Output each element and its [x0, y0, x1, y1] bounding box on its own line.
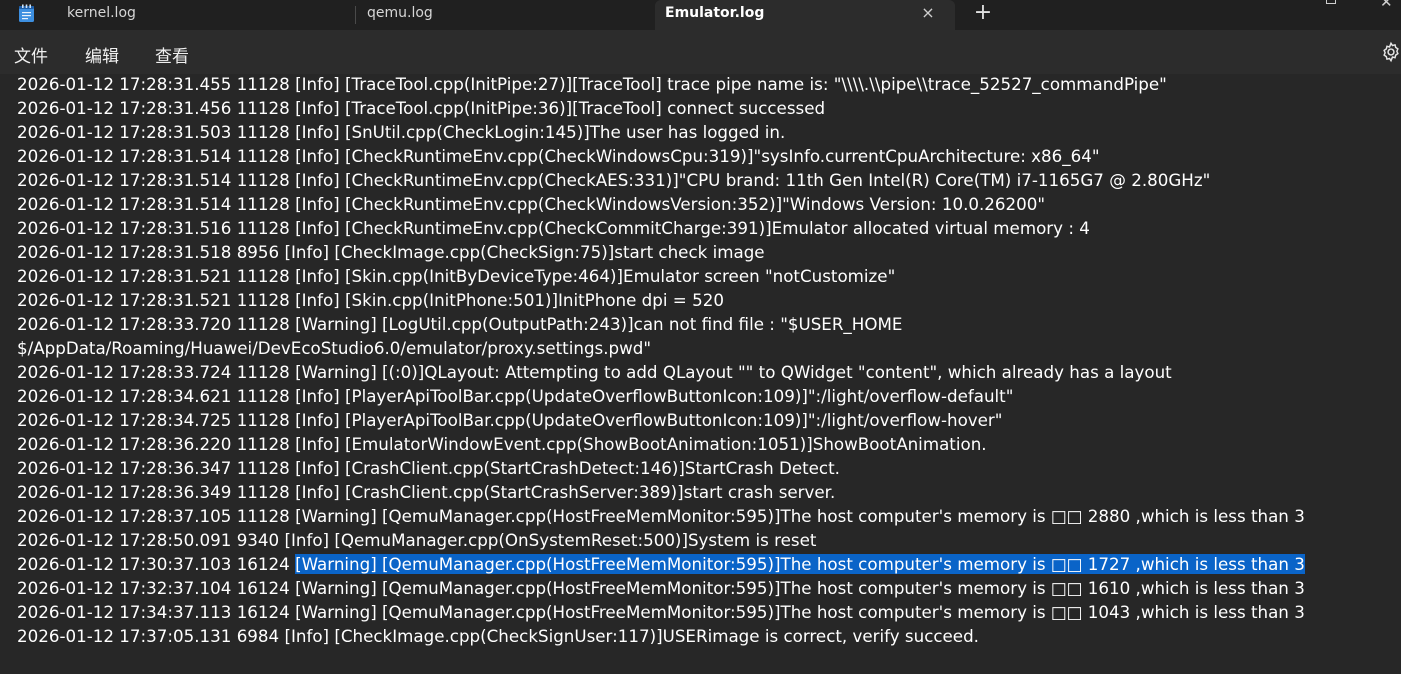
log-line-text: 2026-01-12 17:28:31.516 11128 [Info] [Ch…	[17, 218, 1090, 238]
tab-emulator-log[interactable]: Emulator.log ×	[655, 0, 955, 30]
log-line: 2026-01-12 17:28:33.720 11128 [Warning] …	[17, 312, 1397, 336]
log-line-text: 2026-01-12 17:30:37.103 16124	[17, 554, 296, 574]
log-line: 2026-01-12 17:34:37.113 16124 [Warning] …	[17, 600, 1397, 624]
menu-edit[interactable]: 编辑	[85, 42, 119, 67]
close-icon[interactable]: ×	[917, 2, 939, 24]
log-line: $/AppData/Roaming/Huawei/DevEcoStudio6.0…	[17, 336, 1397, 360]
window-close-icon[interactable]: ✕	[1380, 0, 1393, 11]
log-line: 2026-01-12 17:28:31.456 11128 [Info] [Tr…	[17, 96, 1397, 120]
log-line-text: 2026-01-12 17:28:37.105 11128 [Warning] …	[17, 506, 1305, 526]
log-line: 2026-01-12 17:28:31.455 11128 [Info] [Tr…	[17, 74, 1397, 96]
log-line-text: 2026-01-12 17:28:36.349 11128 [Info] [Cr…	[17, 482, 836, 502]
log-line: 2026-01-12 17:32:37.104 16124 [Warning] …	[17, 576, 1397, 600]
log-line: 2026-01-12 17:28:31.514 11128 [Info] [Ch…	[17, 168, 1397, 192]
log-line: 2026-01-12 17:28:33.724 11128 [Warning] …	[17, 360, 1397, 384]
log-line-text: 2026-01-12 17:28:33.720 11128 [Warning] …	[17, 314, 903, 334]
log-line-text: 2026-01-12 17:28:31.455 11128 [Info] [Tr…	[17, 74, 1167, 94]
tab-bar: kernel.log qemu.log Emulator.log × + ✕	[0, 0, 1401, 30]
tab-label: qemu.log	[367, 5, 433, 21]
log-line: 2026-01-12 17:28:36.347 11128 [Info] [Cr…	[17, 456, 1397, 480]
log-line: 2026-01-12 17:28:36.349 11128 [Info] [Cr…	[17, 480, 1397, 504]
log-line: 2026-01-12 17:28:31.514 11128 [Info] [Ch…	[17, 144, 1397, 168]
log-line-text: 2026-01-12 17:28:31.456 11128 [Info] [Tr…	[17, 98, 826, 118]
log-line-text: 2026-01-12 17:28:31.521 11128 [Info] [Sk…	[17, 290, 724, 310]
log-line: 2026-01-12 17:28:31.518 8956 [Info] [Che…	[17, 240, 1397, 264]
log-line: 2026-01-12 17:28:31.516 11128 [Info] [Ch…	[17, 216, 1397, 240]
log-line: 2026-01-12 17:28:31.514 11128 [Info] [Ch…	[17, 192, 1397, 216]
log-line: 2026-01-12 17:28:31.521 11128 [Info] [Sk…	[17, 288, 1397, 312]
tab-label: Emulator.log	[665, 5, 765, 21]
log-line: 2026-01-12 17:28:50.091 9340 [Info] [Qem…	[17, 528, 1397, 552]
log-line-text: 2026-01-12 17:28:31.514 11128 [Info] [Ch…	[17, 194, 1046, 214]
new-tab-button[interactable]: +	[969, 1, 997, 27]
log-line-text: 2026-01-12 17:28:33.724 11128 [Warning] …	[17, 362, 1172, 382]
log-line: 2026-01-12 17:30:37.103 16124 [Warning] …	[17, 552, 1397, 576]
notepad-window: kernel.log qemu.log Emulator.log × + ✕ 文…	[0, 0, 1401, 674]
tab-label: kernel.log	[67, 5, 136, 21]
menu-bar: 文件 编辑 查看	[0, 30, 1401, 74]
log-line: 2026-01-12 17:28:34.621 11128 [Info] [Pl…	[17, 384, 1397, 408]
log-line: 2026-01-12 17:28:34.725 11128 [Info] [Pl…	[17, 408, 1397, 432]
log-line-text: 2026-01-12 17:28:31.514 11128 [Info] [Ch…	[17, 170, 1211, 190]
log-line-text: 2026-01-12 17:28:31.503 11128 [Info] [Sn…	[17, 122, 786, 142]
log-line-text: 2026-01-12 17:28:36.347 11128 [Info] [Cr…	[17, 458, 840, 478]
log-line-text: 2026-01-12 17:37:05.131 6984 [Info] [Che…	[17, 626, 979, 646]
text-editor[interactable]: 2026-01-12 17:28:31.455 11128 [Info] [Tr…	[0, 74, 1401, 674]
selected-text: [Warning] [QemuManager.cpp(HostFreeMemMo…	[295, 554, 1305, 574]
log-line-text: 2026-01-12 17:28:50.091 9340 [Info] [Qem…	[17, 530, 817, 550]
log-line: 2026-01-12 17:28:36.220 11128 [Info] [Em…	[17, 432, 1397, 456]
log-line: 2026-01-12 17:37:05.131 6984 [Info] [Che…	[17, 624, 1397, 648]
log-line-text: 2026-01-12 17:28:31.514 11128 [Info] [Ch…	[17, 146, 1100, 166]
log-line-text: $/AppData/Roaming/Huawei/DevEcoStudio6.0…	[17, 338, 652, 358]
log-line: 2026-01-12 17:28:31.521 11128 [Info] [Sk…	[17, 264, 1397, 288]
log-line: 2026-01-12 17:28:37.105 11128 [Warning] …	[17, 504, 1397, 528]
log-line-text: 2026-01-12 17:28:31.518 8956 [Info] [Che…	[17, 242, 765, 262]
menu-view[interactable]: 查看	[155, 42, 189, 67]
log-line-text: 2026-01-12 17:32:37.104 16124 [Warning] …	[17, 578, 1305, 598]
maximize-icon[interactable]	[1326, 0, 1336, 4]
gear-icon[interactable]	[1380, 41, 1401, 63]
log-line-text: 2026-01-12 17:28:34.621 11128 [Info] [Pl…	[17, 386, 1014, 406]
log-line: 2026-01-12 17:28:31.503 11128 [Info] [Sn…	[17, 120, 1397, 144]
tab-qemu-log[interactable]: qemu.log	[356, 0, 654, 30]
log-line-text: 2026-01-12 17:28:36.220 11128 [Info] [Em…	[17, 434, 987, 454]
tab-kernel-log[interactable]: kernel.log	[52, 0, 355, 30]
log-line-text: 2026-01-12 17:34:37.113 16124 [Warning] …	[17, 602, 1305, 622]
menu-file[interactable]: 文件	[14, 42, 48, 67]
log-line-text: 2026-01-12 17:28:31.521 11128 [Info] [Sk…	[17, 266, 896, 286]
log-content: 2026-01-12 17:28:31.455 11128 [Info] [Tr…	[17, 74, 1397, 648]
notepad-app-icon	[19, 4, 34, 22]
log-line-text: 2026-01-12 17:28:34.725 11128 [Info] [Pl…	[17, 410, 1003, 430]
